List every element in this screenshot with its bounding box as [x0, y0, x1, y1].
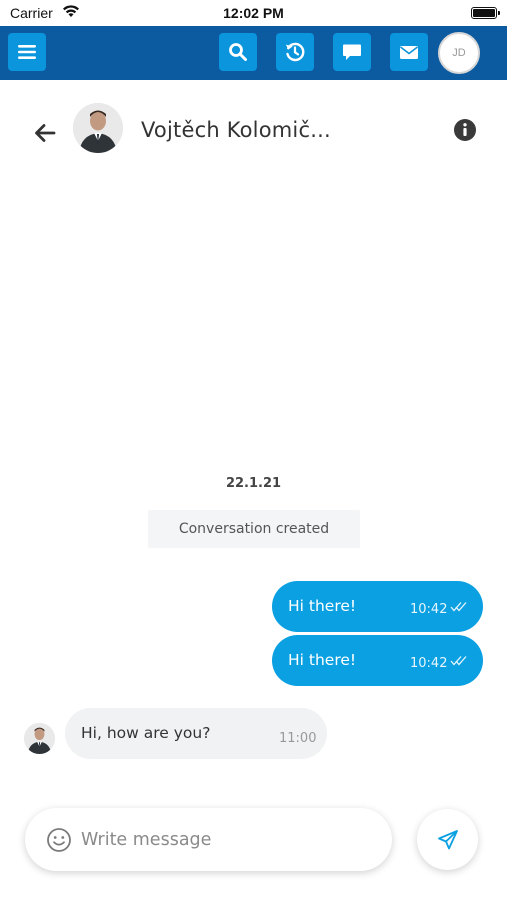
emoji-icon[interactable] [46, 827, 72, 853]
double-check-icon [450, 602, 467, 612]
sender-avatar [24, 723, 55, 754]
history-button[interactable] [276, 33, 314, 71]
chat-icon [343, 44, 361, 60]
message-text: Hi there! [288, 651, 357, 669]
message-time: 11:00 [279, 731, 317, 746]
contact-avatar[interactable] [73, 103, 123, 153]
outgoing-message[interactable]: Hi there! 10:42 [272, 581, 483, 632]
date-separator: 22.1.21 [225, 476, 282, 491]
person-photo [73, 103, 123, 153]
person-photo [24, 723, 55, 754]
search-icon [229, 43, 247, 61]
user-avatar[interactable]: JD [438, 32, 480, 74]
status-time: 12:02 PM [223, 5, 284, 21]
outgoing-message[interactable]: Hi there! 10:42 [272, 635, 483, 686]
menu-button[interactable] [8, 33, 46, 71]
battery-icon [471, 7, 500, 19]
search-button[interactable] [219, 33, 257, 71]
info-icon[interactable] [453, 118, 477, 142]
mail-button[interactable] [390, 33, 428, 71]
contact-name[interactable]: Vojtěch Kolomič... [141, 118, 331, 142]
arrow-left-icon[interactable] [32, 120, 58, 146]
user-initials: JD [452, 47, 466, 59]
status-bar: Carrier 12:02 PM [0, 0, 507, 26]
battery-level [473, 9, 495, 17]
chat-header: Vojtěch Kolomič... [0, 80, 507, 180]
message-time: 10:42 [410, 656, 448, 671]
message-composer [25, 808, 392, 871]
incoming-message[interactable]: Hi, how are you? 11:00 [65, 708, 327, 759]
history-icon [285, 42, 305, 62]
double-check-icon [450, 656, 467, 666]
message-input[interactable] [81, 820, 371, 860]
system-message-text: Conversation created [178, 521, 330, 537]
chat-button[interactable] [333, 33, 371, 71]
top-nav: JD [0, 26, 507, 80]
send-icon [437, 829, 458, 849]
send-button[interactable] [417, 809, 478, 870]
mail-icon [400, 46, 418, 59]
menu-icon [18, 45, 36, 59]
message-text: Hi there! [288, 597, 357, 615]
message-text: Hi, how are you? [81, 724, 211, 742]
message-time: 10:42 [410, 602, 448, 617]
system-message: Conversation created [148, 510, 360, 548]
